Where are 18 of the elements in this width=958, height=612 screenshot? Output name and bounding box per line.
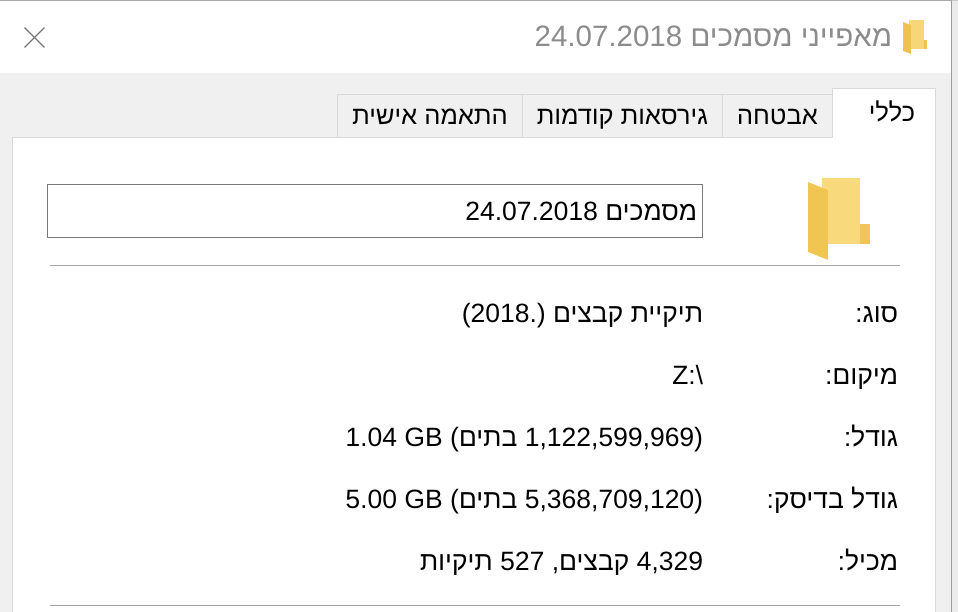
tab[interactable]: כללי <box>832 88 936 138</box>
folder-icon <box>808 178 870 260</box>
property-label: גודל בדיסק: <box>766 484 898 514</box>
property-value: תיקיית קבצים (.2018) <box>462 298 703 328</box>
property-value: 4,329 קבצים, 527 תיקיות <box>420 546 703 576</box>
property-value: 1.04 GB (1,122,599,969 בתים) <box>345 422 703 452</box>
property-value: 5.00 GB (5,368,709,120 בתים) <box>345 484 703 514</box>
tab[interactable]: התאמה אישית <box>337 94 523 137</box>
property-label: סוג: <box>855 298 898 328</box>
property-value: Z:\ <box>672 360 703 390</box>
property-label: גודל: <box>844 422 898 452</box>
folder-icon <box>903 20 927 54</box>
name-field[interactable]: מסמכים 24.07.2018 <box>47 184 703 238</box>
window-title: מאפייני מסמכים 24.07.2018 <box>534 20 892 54</box>
close-button[interactable] <box>24 26 45 48</box>
property-label: מכיל: <box>838 546 898 576</box>
property-label: מיקום: <box>825 360 898 390</box>
close-icon <box>24 26 45 48</box>
